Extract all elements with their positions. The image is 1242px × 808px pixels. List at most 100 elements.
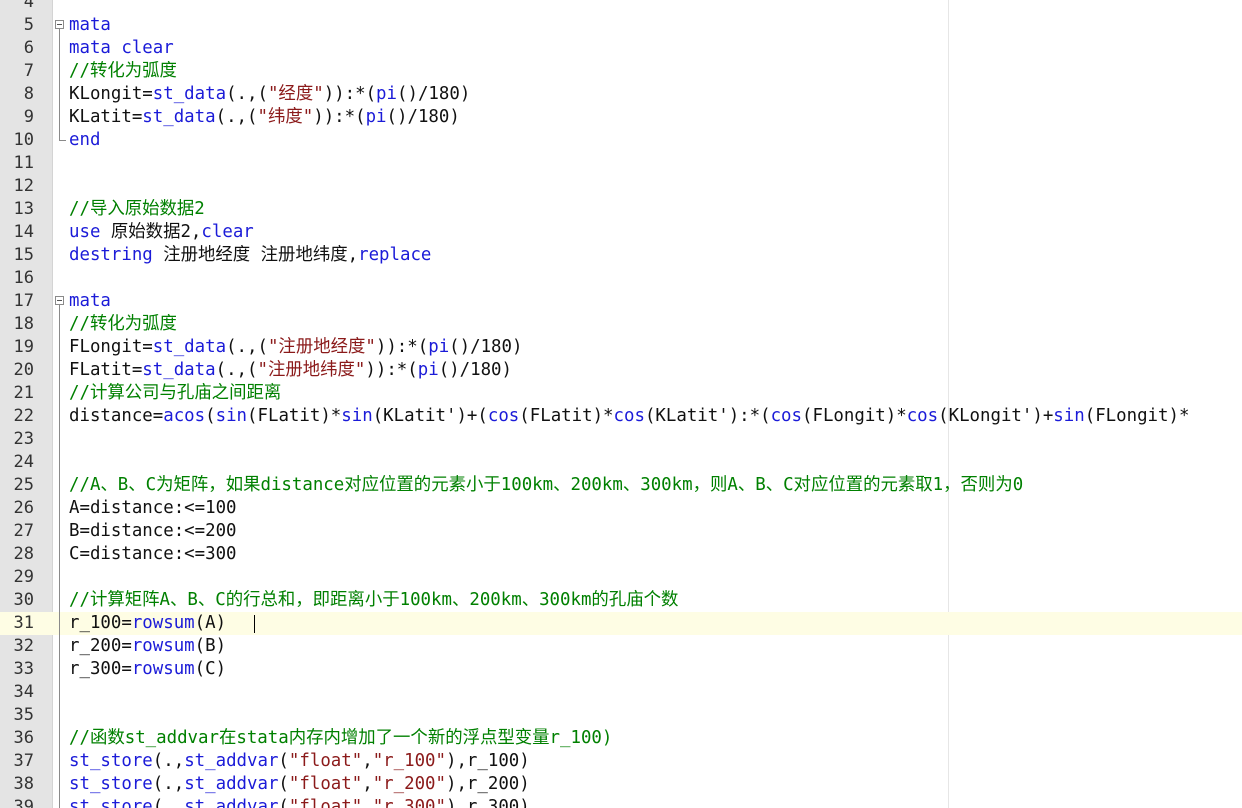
code-line[interactable]: 7 //转化为弧度	[0, 60, 1242, 83]
code-line[interactable]: 37 st_store(.,st_addvar("float","r_100"),…	[0, 750, 1242, 773]
code-text[interactable]: mata clear	[69, 37, 174, 60]
code-text[interactable]: FLatit=st_data(.,("注册地纬度")):*(pi()/180)	[69, 359, 512, 382]
fold-guide	[59, 566, 60, 589]
code-line[interactable]: 8 KLongit=st_data(.,("经度")):*(pi()/180)	[0, 83, 1242, 106]
code-text[interactable]: FLongit=st_data(.,("注册地经度")):*(pi()/180)	[69, 336, 522, 359]
code-token: (A)	[194, 613, 227, 633]
code-token: "float"	[288, 774, 363, 794]
code-line[interactable]: 6 mata clear	[0, 37, 1242, 60]
code-line[interactable]: 35	[0, 704, 1242, 727]
code-line[interactable]: 16	[0, 267, 1242, 290]
fold-guide	[59, 359, 60, 382]
code-text[interactable]: KLongit=st_data(.,("经度")):*(pi()/180)	[69, 83, 470, 106]
code-token: A=distance:<=100	[69, 498, 237, 518]
code-text[interactable]: r_200=rowsum(B)	[69, 635, 226, 658]
code-token: sin	[215, 406, 248, 426]
code-line[interactable]: 24	[0, 451, 1242, 474]
code-line[interactable]: 39 st_store(.,st_addvar("float","r_300"),…	[0, 796, 1242, 808]
code-line[interactable]: 18 //转化为弧度	[0, 313, 1242, 336]
code-text[interactable]: //转化为弧度	[69, 60, 177, 83]
code-line[interactable]: 15 destring 注册地经度 注册地纬度,replace	[0, 244, 1242, 267]
line-number: 17	[13, 291, 34, 311]
line-number: 9	[23, 107, 34, 127]
code-token: pi	[417, 360, 439, 380]
line-number: 21	[13, 383, 34, 403]
code-line[interactable]: 33 r_300=rowsum(C)	[0, 658, 1242, 681]
line-number: 10	[13, 130, 34, 150]
code-editor[interactable]: 4 5 mata 6 mata clear 7//转化为弧度 8 KLongit=st_dat…	[0, 0, 1242, 808]
code-text[interactable]: mata	[69, 290, 111, 313]
code-token: //计算矩阵A、B、C的行总和，即距离小于100km、200km、300km的孔…	[69, 590, 679, 610]
code-line[interactable]: 11	[0, 152, 1242, 175]
code-line[interactable]: 5 mata	[0, 14, 1242, 37]
line-number: 32	[13, 636, 34, 656]
code-text[interactable]: destring 注册地经度 注册地纬度,replace	[69, 244, 431, 267]
code-text[interactable]: distance=acos(sin(FLatit)*sin(KLatit')+(…	[69, 405, 1189, 428]
code-line[interactable]: 19 FLongit=st_data(.,("注册地经度")):*(pi()/18…	[0, 336, 1242, 359]
fold-guide	[59, 750, 60, 773]
code-text[interactable]: st_store(.,st_addvar("float","r_100"),r_…	[69, 750, 530, 773]
code-text[interactable]: //函数st_addvar在stata内存内增加了一个新的浮点型变量r_100)	[69, 727, 612, 750]
code-token: ),r_300)	[445, 797, 530, 808]
code-line[interactable]: 12	[0, 175, 1242, 198]
code-line[interactable]: 36 //函数st_addvar在stata内存内增加了一个新的浮点型变量r_10…	[0, 727, 1242, 750]
code-token: "注册地纬度"	[257, 360, 366, 380]
code-line[interactable]: 20 FLatit=st_data(.,("注册地纬度")):*(pi()/180…	[0, 359, 1242, 382]
code-text[interactable]: //转化为弧度	[69, 313, 177, 336]
code-text[interactable]: //A、B、C为矩阵，如果distance对应位置的元素小于100km、200k…	[69, 474, 1023, 497]
fold-guide	[59, 543, 60, 566]
code-text[interactable]: r_100=rowsum(A)	[69, 612, 226, 635]
code-line[interactable]: 29	[0, 566, 1242, 589]
code-line[interactable]: 13 //导入原始数据2	[0, 198, 1242, 221]
code-line[interactable]: 26 A=distance:<=100	[0, 497, 1242, 520]
code-line[interactable]: 9 KLatit=st_data(.,("纬度")):*(pi()/180)	[0, 106, 1242, 129]
code-text[interactable]: end	[69, 129, 100, 152]
code-line[interactable]: 34	[0, 681, 1242, 704]
code-line[interactable]: 38 st_store(.,st_addvar("float","r_200"),…	[0, 773, 1242, 796]
code-token: st_data	[152, 84, 227, 104]
fold-toggle-icon[interactable]	[55, 296, 64, 305]
code-text[interactable]: A=distance:<=100	[69, 497, 237, 520]
code-token: st_addvar	[184, 751, 279, 771]
code-token: distance=	[69, 406, 164, 426]
code-line[interactable]: 21 //计算公司与孔庙之间距离	[0, 382, 1242, 405]
code-text[interactable]: //导入原始数据2	[69, 198, 205, 221]
line-number: 5	[23, 15, 34, 35]
code-line[interactable]: 17 mata	[0, 290, 1242, 313]
code-line[interactable]: 10 end	[0, 129, 1242, 152]
code-text[interactable]: //计算矩阵A、B、C的行总和，即距离小于100km、200km、300km的孔…	[69, 589, 678, 612]
code-lines[interactable]: 4 5 mata 6 mata clear 7//转化为弧度 8 KLongit=st_dat…	[0, 0, 1242, 808]
code-line[interactable]: 31 r_100=rowsum(A)	[0, 612, 1242, 635]
fold-guide	[59, 635, 60, 658]
fold-toggle-icon[interactable]	[55, 20, 64, 29]
code-text[interactable]: B=distance:<=200	[69, 520, 237, 543]
code-line[interactable]: 4	[0, 0, 1242, 14]
code-token: "注册地经度"	[267, 337, 376, 357]
code-line[interactable]: 22 distance=acos(sin(FLatit)*sin(KLatit')…	[0, 405, 1242, 428]
code-token: mata	[69, 15, 111, 35]
code-token: "r_100"	[372, 751, 446, 771]
fold-guide	[59, 704, 60, 727]
code-line[interactable]: 27 B=distance:<=200	[0, 520, 1242, 543]
code-token: st_store	[69, 774, 153, 794]
code-text[interactable]: mata	[69, 14, 111, 37]
code-token: (.,(	[226, 84, 268, 104]
code-token: (FLongit)*	[802, 406, 907, 426]
code-token: use	[69, 222, 101, 242]
code-line[interactable]: 28 C=distance:<=300	[0, 543, 1242, 566]
code-text[interactable]: st_store(.,st_addvar("float","r_200"),r_…	[69, 773, 530, 796]
code-line[interactable]: 32 r_200=rowsum(B)	[0, 635, 1242, 658]
code-line[interactable]: 23	[0, 428, 1242, 451]
code-line[interactable]: 25 //A、B、C为矩阵，如果distance对应位置的元素小于100km、20…	[0, 474, 1242, 497]
line-number: 34	[13, 682, 34, 702]
code-line[interactable]: 30 //计算矩阵A、B、C的行总和，即距离小于100km、200km、300km…	[0, 589, 1242, 612]
code-line[interactable]: 14 use 原始数据2,clear	[0, 221, 1242, 244]
code-text[interactable]: KLatit=st_data(.,("纬度")):*(pi()/180)	[69, 106, 460, 129]
code-text[interactable]: use 原始数据2,clear	[69, 221, 254, 244]
code-text[interactable]: st_store(.,st_addvar("float","r_300"),r_…	[69, 796, 530, 808]
code-token: FLongit=	[69, 337, 153, 357]
code-text[interactable]: //计算公司与孔庙之间距离	[69, 382, 281, 405]
code-text[interactable]: C=distance:<=300	[69, 543, 237, 566]
code-token: (FLongit)*	[1084, 406, 1190, 426]
code-text[interactable]: r_300=rowsum(C)	[69, 658, 226, 681]
